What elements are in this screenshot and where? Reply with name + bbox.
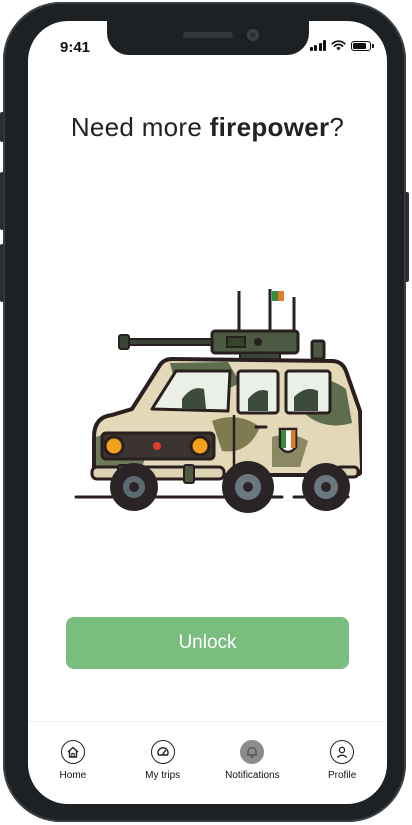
roof-machine-gun [118, 329, 326, 362]
front-camera [247, 29, 259, 41]
wifi-icon [331, 40, 346, 51]
status-icons [309, 40, 374, 51]
rear-wheel-left [222, 461, 274, 513]
front-wheel [110, 463, 158, 511]
rear-wheel-right [302, 463, 350, 511]
headline-emphasis: firepower [209, 112, 330, 142]
phone-silent-switch [0, 112, 4, 142]
phone-volume-up-button [0, 172, 4, 230]
phone-frame: 9:41 Need more firepower? Unlock Home My… [0, 2, 409, 822]
nav-item-my-trips[interactable]: My trips [118, 722, 208, 792]
nav-item-profile[interactable]: Profile [297, 722, 387, 792]
unlock-button[interactable]: Unlock [66, 617, 349, 669]
app-screen: 9:41 Need more firepower? Unlock Home My… [28, 21, 387, 804]
notch [107, 21, 309, 55]
headline-suffix: ? [329, 112, 345, 142]
speaker-grille [183, 32, 233, 38]
bottom-nav: Home My trips Notifications Profile [28, 721, 387, 792]
profile-icon [330, 740, 355, 764]
car-windows [150, 369, 332, 415]
phone-volume-down-button [0, 244, 4, 302]
nav-label-profile: Profile [327, 770, 357, 781]
status-time: 9:41 [60, 39, 91, 56]
home-icon [60, 740, 85, 764]
battery-icon [351, 41, 374, 51]
cellular-signal-icon [309, 40, 326, 51]
phone-power-button [405, 192, 409, 282]
military-car-illustration [74, 289, 362, 513]
bell-icon [240, 740, 265, 764]
nav-label-notifications: Notifications [225, 770, 280, 781]
nav-label-my-trips: My trips [145, 770, 181, 781]
nav-label-home: Home [59, 770, 87, 781]
antenna-flag [272, 291, 284, 301]
front-grille [100, 431, 216, 461]
battery-level [353, 43, 367, 49]
nav-item-home[interactable]: Home [28, 722, 118, 792]
speedometer-icon [150, 740, 175, 764]
page-title: Need more firepower? [28, 112, 387, 143]
nav-item-notifications[interactable]: Notifications [208, 722, 298, 792]
headline-prefix: Need more [70, 112, 210, 142]
